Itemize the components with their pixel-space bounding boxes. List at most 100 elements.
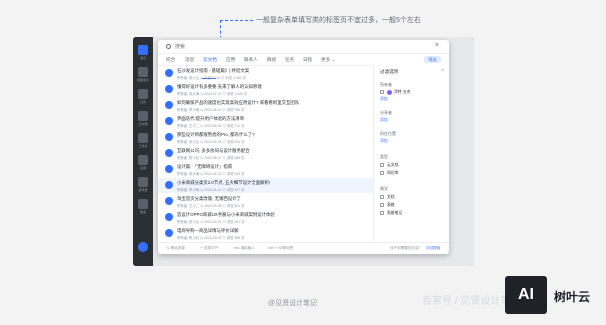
tab-tasks[interactable]: 任务 — [285, 57, 294, 63]
results-list: 石沙发设计指南 - 基础篇》| 终结文案 所有者: 张小云 ◷ 今日 11:26 … — [158, 66, 373, 242]
result-meta: 所有者: 王小二 ◷ 2023-03-28 ⊙ 浏览 451 次 — [177, 203, 245, 208]
sidebar-icon-meetings[interactable] — [138, 67, 148, 77]
filter-button[interactable]: 筛选 — [424, 56, 441, 63]
help-text: 找不到需要的内容? — [390, 246, 421, 250]
result-item-selected[interactable]: 小米商城分类页2.0节点, 五大细节设计全面解析! 所有者: 李小明 ◷ 2023… — [158, 178, 373, 193]
shortcut-hint: ctrl+⇥ 切换标签 — [268, 246, 294, 250]
search-modal: × 综合 消息 云文档 应用 联系人 群组 任务 日程 更多 ⌄ 筛选 石沙发设… — [158, 40, 449, 254]
annotation-text: 一般复杂表单填写类的标签页不宜过多，一般5个左右 — [256, 17, 421, 24]
format-checkbox[interactable] — [380, 211, 384, 215]
result-meta: 所有者: 张小云 ◷ 2023-05-18 ⊙ 浏览 604 次 — [177, 139, 245, 144]
result-title: 互联网公司, 多多协同与设计服务配合 — [177, 148, 250, 153]
sidebar-label: 更多 — [139, 210, 146, 214]
caption: @见贤设计笔记 — [268, 300, 318, 307]
type-option: 云文档 — [387, 163, 399, 167]
sidebar-icon-docs[interactable] — [138, 111, 148, 121]
location-label: 所在位置 — [380, 131, 396, 136]
result-title: 界面迭代:提升用户体验的方法清单 — [177, 116, 245, 121]
tab-messages[interactable]: 消息 — [185, 57, 194, 63]
search-icon — [166, 44, 171, 49]
result-item[interactable]: 那些设计师都很熟悉的Pro, 都有什么了? 所有者: 张小云 ◷ 2023-05-… — [158, 130, 373, 145]
result-title: 设计篇: 「无障碍设计」指南 — [177, 164, 233, 169]
format-option: 思维笔记 — [387, 211, 403, 215]
logo-text: 树叶云 — [554, 290, 591, 304]
tab-all[interactable]: 综合 — [166, 57, 175, 63]
result-title: 小米商城分类页2.0节点, 五大细节设计全面解析! — [177, 180, 271, 185]
app-sidebar: 消息 视频会议 日历 云文档 工作台 应用 通讯录 更多 — [133, 37, 153, 266]
shortcut-hint: esc 清除输入 — [234, 246, 255, 250]
result-meta: 所有者: 李小明 ◷ 2023-04-10 ⊙ 浏览 497 次 — [177, 187, 245, 192]
result-meta: 所有者: 张大海 ◷ 2023-07-21 ⊙ 浏览 1,026 次 — [177, 91, 248, 96]
filter-panel: 过滤选项 × 所有者 涂特·五杰 添加 分享者 添加 所在位置 添加 类型 云文… — [373, 66, 449, 242]
result-item[interactable]: 互联网公司, 多多协同与设计服务配合 所有者: 陈小红 ◷ 2023-05-02 … — [158, 146, 373, 161]
tab-contacts[interactable]: 联系人 — [244, 57, 258, 63]
tab-apps[interactable]: 应用 — [226, 57, 235, 63]
result-item[interactable]: 石沙发设计指南 - 基础篇》| 终结文案 所有者: 张小云 ◷ 今日 11:26 … — [158, 66, 373, 81]
user-avatar[interactable] — [138, 242, 148, 252]
type-checkbox[interactable] — [380, 171, 384, 175]
close-icon[interactable]: × — [435, 42, 439, 49]
result-meta: 所有者: 张小云 ◷ 2023-03-15 ⊙ 浏览 402 次 — [177, 219, 245, 224]
result-item[interactable]: 淘宝首页分类改版, 无锡西设计了 所有者: 王小二 ◷ 2023-03-28 ⊙ … — [158, 194, 373, 209]
result-item[interactable]: 懂得好设计有多重要,先来了解人的认知原理 所有者: 张大海 ◷ 2023-07-2… — [158, 82, 373, 97]
sidebar-label: 云文档 — [138, 122, 148, 126]
shared-add-link[interactable]: 添加 — [380, 118, 388, 123]
sidebar-label: 视频会议 — [136, 78, 149, 82]
owner-add-link[interactable]: 添加 — [380, 97, 388, 102]
result-meta: 所有者: 王小二 ◷ 2023-05-30 ⊙ 浏览 712 次 — [177, 123, 245, 128]
logo-mark: AI — [505, 276, 547, 314]
owner-label: 所有者 — [380, 82, 392, 87]
result-title: 淘宝首页分类改版, 无锡西设计了 — [177, 196, 241, 201]
sidebar-icon-messages[interactable] — [138, 45, 148, 55]
result-item[interactable]: 如何确保产品的速度也实现高效应用设计? 来看看阿里交互团队 所有者: 李小明 ◷ … — [158, 98, 373, 113]
tab-bar: 综合 消息 云文档 应用 联系人 群组 任务 日程 更多 ⌄ — [158, 54, 373, 79]
sidebar-label: 应用 — [139, 166, 146, 170]
shortcut-hint: ⇅ 移动选择 — [166, 246, 185, 250]
result-item[interactable]: 设计篇: 「无障碍设计」指南所有者: 张大海 ◷ 2023-04-21 ⊙ 浏览… — [158, 162, 373, 177]
doc-icon — [165, 229, 173, 237]
doc-icon — [165, 181, 173, 189]
result-title: 电商导购—商品详情与评价详解 — [177, 228, 239, 233]
location-add-link[interactable]: 添加 — [380, 139, 388, 144]
close-icon[interactable]: × — [441, 68, 444, 74]
owner-checkbox[interactable] — [380, 90, 384, 94]
doc-icon — [165, 133, 173, 141]
doc-icon — [165, 213, 173, 221]
format-checkbox[interactable] — [380, 195, 384, 199]
shortcut-footer: ⇅ 移动选择 ↵ 选择打开 esc 清除输入 ctrl+⇥ 切换标签 找不到需要… — [158, 242, 449, 254]
sidebar-icon-apps[interactable] — [138, 155, 148, 165]
type-checkbox[interactable] — [380, 163, 384, 167]
result-meta: 所有者: 张大海 ◷ 2023-04-21 ⊙ 浏览 523 次 — [177, 171, 245, 176]
sidebar-icon-contacts[interactable] — [138, 177, 148, 187]
sidebar-icon-calendar[interactable] — [138, 89, 148, 99]
sidebar-label: 日历 — [139, 100, 146, 104]
doc-icon — [165, 197, 173, 205]
doc-icon — [165, 117, 173, 125]
try-search-link[interactable]: 试试搜索 — [426, 246, 440, 251]
result-meta: 所有者: 李小明 ◷ 2023-06-12 ⊙ 浏览 938 次 — [177, 107, 245, 112]
sidebar-icon-more[interactable] — [138, 199, 148, 209]
result-item[interactable]: 界面迭代:提升用户体验的方法清单 所有者: 王小二 ◷ 2023-05-30 ⊙ … — [158, 114, 373, 129]
tab-groups[interactable]: 群组 — [267, 57, 276, 63]
result-item[interactable]: 造设计OPPO商城UX手册与小米商城案例设计体验 所有者: 张小云 ◷ 2023-… — [158, 210, 373, 225]
result-meta: 所有者: 陈小红 ◷ 2023-05-02 ⊙ 浏览 588 次 — [177, 155, 245, 160]
tab-calendar[interactable]: 日程 — [303, 57, 312, 63]
tab-docs[interactable]: 云文档 — [203, 57, 217, 63]
owner-avatar — [387, 89, 392, 95]
shared-label: 分享者 — [380, 110, 392, 115]
result-item[interactable]: 电商导购—商品详情与评价详解 所有者: 陈小红 ◷ 2023-03-02 ⊙ 浏览… — [158, 226, 373, 241]
tab-more[interactable]: 更多 ⌄ — [321, 57, 335, 63]
annotation-line — [220, 20, 253, 21]
format-option: 文档 — [387, 195, 395, 199]
doc-icon — [165, 101, 173, 109]
result-title: 懂得好设计有多重要,先来了解人的认知原理 — [177, 84, 262, 89]
sidebar-icon-workplace[interactable] — [138, 133, 148, 143]
owner-value: 涂特·五杰 — [394, 90, 411, 94]
search-input[interactable] — [175, 42, 415, 52]
search-bar: × — [158, 40, 449, 54]
type-label: 类型 — [380, 154, 388, 159]
format-checkbox[interactable] — [380, 203, 384, 207]
format-option: 表格 — [387, 203, 395, 207]
sidebar-label: 消息 — [139, 56, 146, 60]
result-meta: 所有者: 张小云 ◷ 今日 11:26 ⊙ 浏览 2,481 次 — [177, 75, 246, 80]
